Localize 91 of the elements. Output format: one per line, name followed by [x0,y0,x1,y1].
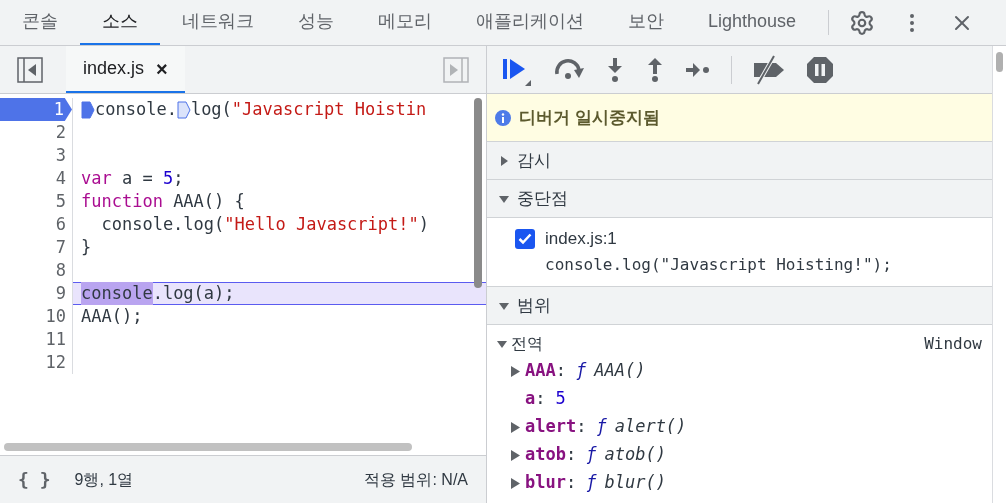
breakpoint-location: index.js:1 [545,228,617,250]
function-mark: ƒ [596,415,607,439]
code-token: console.log( [100,213,225,236]
collapse-triangle-icon[interactable] [499,193,509,204]
code-token: console [81,282,153,305]
coverage-status: 적용 범위: N/A [364,469,468,490]
panel-tab[interactable]: 네트워크 [160,0,276,45]
property-value: blur() [604,471,666,495]
check-icon [518,233,532,245]
code-token: AAA(); [81,305,143,328]
breakpoint-code: console.log("Javascript Hoisting!"); [545,254,893,276]
line-number[interactable]: 6 [55,213,72,236]
property-colon: : [555,359,566,383]
code-token: ; [173,167,184,190]
panel-tab[interactable]: 보안 [606,0,686,45]
property-name: a [525,387,536,411]
deactivate-breakpoints-icon[interactable] [752,54,786,85]
line-number[interactable]: 10 [45,305,72,328]
section-title: 범위 [517,294,551,317]
property-colon: : [565,471,577,495]
code-token: "Hello Javascript!" [224,213,419,236]
code-token: function [81,190,163,213]
code-token: "Javascript Hoistin [231,98,427,121]
property-name: blur [525,471,566,495]
section-title: 중단점 [517,187,568,210]
debugger-toggle-icon[interactable] [443,56,469,83]
pretty-print-button[interactable]: { } [18,466,51,493]
function-mark: ƒ [586,443,597,467]
sidebar-toggle-icon[interactable] [17,56,43,83]
expand-triangle-icon[interactable] [511,421,520,433]
code-token: var [81,167,112,190]
property-value: atob() [604,443,666,467]
expand-triangle-icon[interactable] [511,365,520,377]
line-number[interactable]: 9 [55,282,72,305]
property-name: AAA [525,359,556,383]
property-value: alert() [614,415,687,439]
property-name: alert [525,415,577,439]
panel-tab[interactable]: Lighthouse [686,0,819,45]
section-header[interactable]: 감시 [487,142,992,180]
line-number[interactable]: 5 [55,190,72,213]
section-header[interactable]: 중단점 [487,180,992,218]
pause-on-exceptions-icon[interactable] [806,55,834,84]
panel-tab[interactable]: 콘솔 [0,0,80,45]
expand-triangle-icon[interactable] [499,155,509,166]
property-value: 5 [555,387,566,411]
panel-tab[interactable]: 성능 [276,0,356,45]
line-number[interactable]: 7 [55,236,72,259]
info-icon [495,109,511,126]
property-name: atob [525,443,566,467]
step-over-icon[interactable] [553,57,585,82]
line-number[interactable]: 2 [55,121,72,144]
property-value: AAA() [594,359,646,383]
code-token: 5 [162,167,174,190]
close-tab-button[interactable]: × [156,53,168,84]
file-tab[interactable]: index.js × [66,46,185,93]
collapse-triangle-icon[interactable] [499,300,509,311]
section-title: 감시 [517,149,551,172]
line-number[interactable]: 11 [45,328,72,351]
line-number[interactable]: 12 [45,351,72,374]
cursor-position: 9행, 1열 [74,469,134,490]
breakpoint-marker[interactable]: 1 [0,98,72,121]
line-number[interactable]: 3 [55,144,72,167]
property-colon: : [535,387,546,411]
code-token: AAA() { [172,190,245,213]
code-token: a = [120,167,154,190]
property-colon: : [565,443,577,467]
vertical-scrollbar [996,52,1003,72]
collapse-triangle-icon[interactable] [497,339,507,349]
inline-breakpoint-icon[interactable] [176,100,191,119]
panel-tab[interactable]: 애플리케이션 [454,0,606,45]
section-header[interactable]: 범위 [487,287,992,325]
paused-message: 디버거 일시중지됨 [519,106,660,129]
function-mark: ƒ [575,359,587,383]
scope-value: Window [924,333,982,355]
code-token: ) [418,213,429,236]
expand-triangle-icon[interactable] [511,449,520,461]
line-number[interactable]: 8 [55,259,72,282]
scope-title[interactable]: 전역 [511,332,543,356]
function-mark: ƒ [586,471,597,495]
code-token: log( [190,98,232,121]
inline-breakpoint-icon[interactable] [81,100,95,119]
breakpoint-checkbox[interactable] [515,229,535,249]
code-token: .log(a); [152,282,235,305]
line-number[interactable]: 4 [55,167,72,190]
code-token: } [81,236,92,259]
property-colon: : [576,415,587,439]
code-token: console. [95,98,177,121]
settings-icon[interactable] [849,9,876,36]
file-name: index.js [83,57,145,80]
expand-triangle-icon[interactable] [511,477,520,489]
panel-tab[interactable]: 메모리 [356,0,454,45]
